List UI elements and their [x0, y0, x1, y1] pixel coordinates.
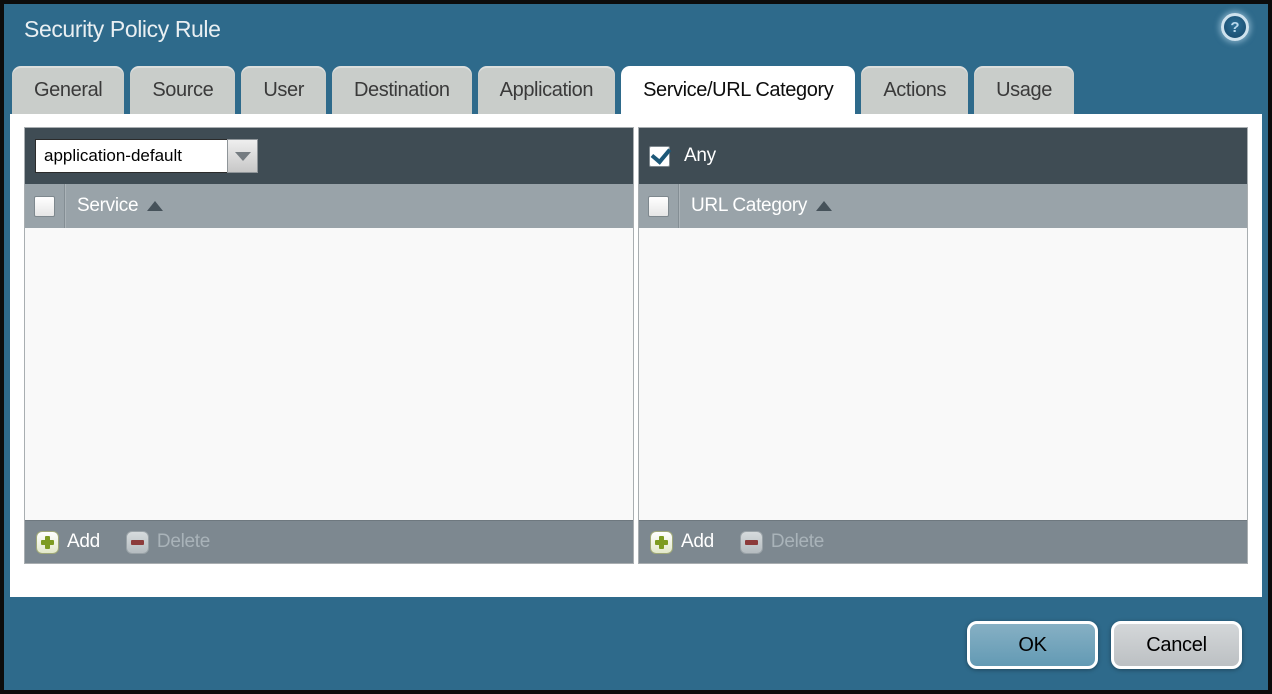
service-table-header: Service — [25, 184, 633, 228]
minus-icon — [740, 531, 763, 554]
cancel-button[interactable]: Cancel — [1111, 621, 1242, 669]
url-category-select-all-checkbox[interactable] — [648, 196, 669, 217]
plus-icon — [36, 531, 59, 554]
url-category-footer: Add Delete — [639, 520, 1247, 563]
service-dropdown-input[interactable] — [35, 139, 227, 173]
url-category-toolbar: Any — [639, 128, 1247, 184]
service-footer: Add Delete — [25, 520, 633, 563]
sort-asc-icon — [147, 201, 163, 211]
security-policy-rule-dialog: Security Policy Rule ? General Source Us… — [0, 0, 1272, 694]
add-label: Add — [67, 531, 100, 553]
url-category-column-header[interactable]: URL Category — [691, 195, 807, 217]
url-category-header-checkbox-cell — [639, 184, 679, 228]
service-column-header[interactable]: Service — [77, 195, 138, 217]
dialog-title-bar: Security Policy Rule — [24, 16, 221, 43]
chevron-down-icon — [235, 152, 251, 161]
url-category-table-header: URL Category — [639, 184, 1247, 228]
sort-asc-icon — [816, 201, 832, 211]
tab-bar: General Source User Destination Applicat… — [12, 66, 1074, 114]
service-header-checkbox-cell — [25, 184, 65, 228]
tab-service-url-category[interactable]: Service/URL Category — [621, 66, 855, 114]
tab-user[interactable]: User — [241, 66, 326, 114]
url-category-list — [639, 228, 1247, 520]
service-panel: Service Add Delete — [24, 127, 634, 564]
service-dropdown — [35, 139, 258, 173]
tab-actions[interactable]: Actions — [861, 66, 968, 114]
tab-application[interactable]: Application — [478, 66, 615, 114]
ok-button[interactable]: OK — [967, 621, 1098, 669]
tab-content: Service Add Delete — [10, 114, 1262, 597]
service-list — [25, 228, 633, 520]
tab-general[interactable]: General — [12, 66, 124, 114]
url-category-delete-button[interactable]: Delete — [740, 531, 824, 554]
help-icon[interactable]: ? — [1221, 13, 1249, 41]
delete-label: Delete — [157, 531, 210, 553]
dialog-title: Security Policy Rule — [24, 16, 221, 42]
dialog-buttons: OK Cancel — [967, 621, 1242, 669]
any-label: Any — [684, 145, 716, 167]
service-select-all-checkbox[interactable] — [34, 196, 55, 217]
minus-icon — [126, 531, 149, 554]
tab-source[interactable]: Source — [130, 66, 235, 114]
any-checkbox[interactable] — [649, 146, 670, 167]
url-category-panel: Any URL Category Add — [638, 127, 1248, 564]
tab-usage[interactable]: Usage — [974, 66, 1074, 114]
tab-destination[interactable]: Destination — [332, 66, 472, 114]
service-add-button[interactable]: Add — [36, 531, 100, 554]
delete-label: Delete — [771, 531, 824, 553]
service-toolbar — [25, 128, 633, 184]
plus-icon — [650, 531, 673, 554]
service-dropdown-button[interactable] — [227, 139, 258, 173]
url-category-add-button[interactable]: Add — [650, 531, 714, 554]
panels: Service Add Delete — [24, 127, 1248, 564]
service-delete-button[interactable]: Delete — [126, 531, 210, 554]
add-label: Add — [681, 531, 714, 553]
